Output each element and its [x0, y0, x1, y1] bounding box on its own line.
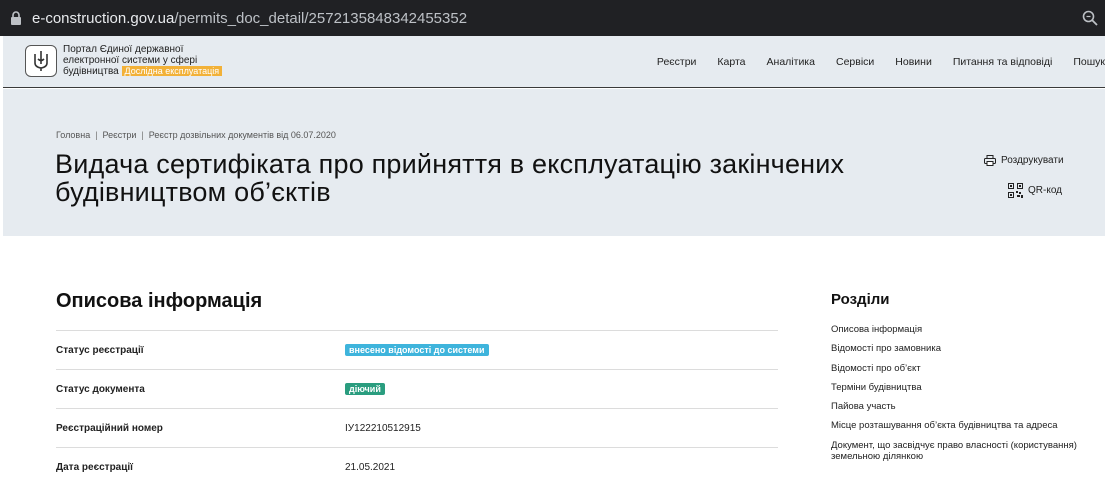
brand-line: електронної системи у сфері: [63, 54, 198, 66]
qr-label: QR-код: [1028, 185, 1062, 196]
nav-faq[interactable]: Питання та відповіді: [953, 56, 1053, 68]
brand-line: Портал Єдиної державної: [63, 44, 184, 55]
section-link[interactable]: Пайова участь: [831, 401, 1081, 413]
print-label: Роздрукувати: [1001, 155, 1064, 166]
nav-services[interactable]: Сервіси: [836, 56, 874, 68]
nav-analytics[interactable]: Аналітика: [767, 56, 815, 68]
title-band: Головна | Реєстри | Реєстр дозвільних докуме…: [3, 89, 1105, 236]
sections-title: Розділи: [831, 291, 890, 308]
nav-map[interactable]: Карта: [717, 56, 745, 68]
table-row: Дата реєстрації 21.05.2021: [56, 447, 778, 486]
breadcrumb-separator: |: [141, 130, 144, 140]
nav-registries[interactable]: Реєстри: [657, 56, 697, 68]
site-header: Портал Єдиної державної електронної сист…: [3, 36, 1105, 88]
table-row: Статус реєстрації внесено відомості до с…: [56, 330, 778, 369]
nav-search[interactable]: Пошук: [1073, 56, 1105, 68]
section-link[interactable]: Відомості про замовника: [831, 343, 1081, 355]
table-row: Статус документа діючий: [56, 369, 778, 408]
brand-line: будівництва: [63, 66, 119, 77]
breadcrumb-registries[interactable]: Реєстри: [103, 130, 137, 140]
breadcrumb: Головна | Реєстри | Реєстр дозвільних докуме…: [56, 130, 336, 140]
status-badge: діючий: [345, 383, 385, 395]
section-link[interactable]: Місце розташування об’єкта будівництва т…: [831, 420, 1081, 432]
main-nav: Реєстри Карта Аналітика Сервіси Новини П…: [636, 56, 1105, 68]
lock-icon: [10, 11, 22, 25]
breadcrumb-separator: |: [95, 130, 98, 140]
browser-address-bar[interactable]: e-construction.gov.ua/permits_doc_detail…: [0, 0, 1105, 36]
row-label: Дата реєстрації: [56, 462, 133, 473]
section-link[interactable]: Терміни будівництва: [831, 382, 1081, 394]
section-link[interactable]: Відомості про об’єкт: [831, 363, 1081, 375]
trident-logo-icon[interactable]: [25, 45, 57, 77]
row-label: Реєстраційний номер: [56, 423, 163, 434]
printer-icon: [984, 155, 996, 166]
status-badge: внесено відомості до системи: [345, 344, 489, 356]
row-value: ІУ122210512915: [345, 423, 421, 434]
print-button[interactable]: Роздрукувати: [984, 155, 1064, 166]
url-text[interactable]: e-construction.gov.ua/permits_doc_detail…: [32, 10, 467, 27]
table-row: Реєстраційний номер ІУ122210512915: [56, 408, 778, 447]
breadcrumb-home[interactable]: Головна: [56, 130, 90, 140]
qr-code-icon: [1008, 183, 1023, 198]
nav-news[interactable]: Новини: [895, 56, 932, 68]
section-link[interactable]: Документ, що засвідчує право власності (…: [831, 440, 1081, 463]
row-value: 21.05.2021: [345, 462, 396, 473]
info-table: Статус реєстрації внесено відомості до с…: [56, 330, 778, 486]
section-title: Описова інформація: [56, 290, 263, 312]
beta-badge: Дослідна експлуатація: [121, 66, 223, 76]
sections-nav: Описова інформація Відомості про замовни…: [831, 324, 1081, 471]
zoom-icon[interactable]: [1081, 9, 1099, 27]
portal-brand[interactable]: Портал Єдиної державної електронної сист…: [63, 44, 223, 78]
section-link[interactable]: Описова інформація: [831, 324, 1081, 336]
qr-code-button[interactable]: QR-код: [1008, 183, 1062, 198]
breadcrumb-current[interactable]: Реєстр дозвільних документів від 06.07.2…: [149, 130, 336, 140]
page-title: Видача сертифіката про прийняття в експл…: [55, 149, 845, 207]
row-label: Статус документа: [56, 384, 145, 395]
row-label: Статус реєстрації: [56, 345, 144, 356]
